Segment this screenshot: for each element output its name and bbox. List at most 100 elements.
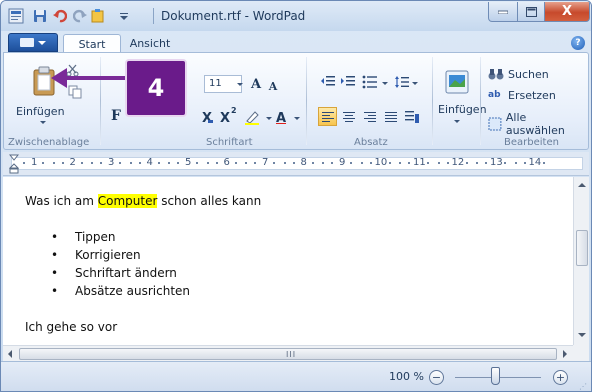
scroll-grip-icon: III: [286, 350, 297, 359]
scroll-up-icon[interactable]: [578, 183, 586, 187]
chevron-down-icon[interactable]: [266, 117, 272, 120]
select-all-button[interactable]: Alle auswählen: [488, 111, 588, 137]
grow-font-button[interactable]: A: [248, 75, 264, 93]
ruler-tick: [331, 162, 333, 164]
indent-marker-icon[interactable]: [8, 154, 20, 177]
line-spacing-icon[interactable]: [394, 75, 410, 92]
quick-access-customize-icon[interactable]: [91, 7, 109, 25]
ruler-tick: [283, 162, 286, 164]
find-label: Suchen: [508, 67, 549, 81]
bold-button[interactable]: F: [111, 108, 121, 124]
chevron-down-icon[interactable]: [237, 83, 243, 86]
align-left-button[interactable]: [318, 107, 337, 126]
select-all-icon: [488, 117, 502, 131]
align-center-button[interactable]: [339, 107, 358, 126]
menu-icon: [20, 38, 34, 47]
list-item[interactable]: Absätze ausrichten: [75, 284, 190, 298]
subscript-marker: [208, 120, 213, 123]
ruler-tick: [23, 162, 25, 164]
replace-button[interactable]: ab Ersetzen: [488, 89, 556, 102]
redo-icon[interactable]: [71, 7, 89, 25]
list-item[interactable]: Korrigieren: [75, 248, 141, 262]
ruler-number: 7: [262, 157, 269, 168]
maximize-button[interactable]: [517, 2, 545, 22]
resize-grip-icon[interactable]: ⋰: [579, 382, 587, 391]
ruler-tick: [42, 162, 44, 164]
tab-ansicht[interactable]: Ansicht: [125, 34, 175, 53]
scroll-left-icon[interactable]: [8, 350, 12, 358]
ruler-tick: [514, 162, 517, 164]
document-heading[interactable]: Was ich am Computer schon alles kann: [25, 194, 261, 208]
ruler-tick: [196, 162, 198, 164]
close-button[interactable]: X: [544, 2, 590, 22]
find-button[interactable]: Suchen: [488, 67, 549, 81]
ruler-number: 14: [528, 157, 542, 168]
vertical-scrollbar[interactable]: [573, 177, 589, 345]
wordpad-app-icon[interactable]: [7, 7, 25, 25]
document-area[interactable]: Was ich am Computer schon alles kann • T…: [3, 177, 573, 345]
bullet-marker: •: [51, 266, 59, 280]
shrink-font-button[interactable]: A: [266, 77, 280, 95]
horizontal-scroll-thumb[interactable]: III: [19, 348, 557, 360]
paste-button-label[interactable]: Einfügen: [16, 105, 65, 118]
ruler-tick: [168, 162, 170, 164]
justify-button[interactable]: [381, 107, 400, 126]
ribbon-tab-row: Start Ansicht ?: [1, 31, 591, 53]
ruler-tick: [523, 162, 526, 164]
ruler-tick: [100, 162, 102, 164]
increase-indent-icon[interactable]: [340, 75, 356, 92]
chevron-down-icon[interactable]: [294, 117, 300, 120]
bullet-list-icon[interactable]: [362, 75, 380, 92]
help-icon[interactable]: ?: [571, 36, 585, 50]
scroll-down-icon[interactable]: [578, 333, 586, 337]
list-item[interactable]: Tippen: [75, 230, 116, 244]
superscript-button[interactable]: X: [218, 109, 232, 127]
font-color-button[interactable]: A: [274, 109, 288, 127]
ruler-tick: [322, 162, 324, 164]
chevron-down-icon[interactable]: [412, 82, 418, 85]
ruler[interactable]: 1 2 3 4 5 6 7 8 9 10 11 12 13 14: [3, 152, 589, 176]
ruler-tick: [52, 162, 55, 164]
chevron-down-icon[interactable]: [382, 82, 388, 85]
ruler-tick: [273, 162, 275, 164]
ruler-tick: [476, 162, 478, 164]
status-bar: 100 % − + ⋰: [1, 361, 591, 391]
step-callout: 4: [125, 59, 187, 117]
document-paragraph[interactable]: Ich gehe so vor: [25, 320, 117, 334]
superscript-index: 2: [231, 106, 237, 115]
ruler-tick: [215, 162, 218, 164]
ruler-number: 6: [223, 157, 230, 168]
group-separator: [480, 57, 481, 145]
list-item[interactable]: Schriftart ändern: [75, 266, 177, 280]
zoom-in-button[interactable]: +: [553, 370, 568, 385]
ruler-tick: [119, 162, 121, 164]
subscript-button[interactable]: X: [200, 109, 214, 127]
insert-picture-icon[interactable]: [444, 69, 470, 98]
wordpad-window: Dokument.rtf - WordPad X Start Ansicht ?: [0, 0, 592, 392]
chevron-down-icon[interactable]: [40, 121, 46, 124]
save-icon[interactable]: [31, 7, 49, 25]
zoom-out-button[interactable]: −: [429, 370, 444, 385]
chevron-down-icon[interactable]: [115, 7, 133, 25]
undo-icon[interactable]: [51, 7, 69, 25]
ruler-tick: [292, 162, 295, 164]
bullet-marker: •: [51, 248, 59, 262]
vertical-scroll-thumb[interactable]: [576, 230, 588, 266]
zoom-level: 100 %: [389, 370, 424, 383]
highlight-pen-icon[interactable]: [244, 109, 262, 128]
decrease-indent-icon[interactable]: [320, 75, 336, 92]
minimize-button[interactable]: [488, 2, 518, 22]
zoom-slider-thumb[interactable]: [491, 367, 500, 385]
chevron-down-icon[interactable]: [454, 120, 460, 123]
ruler-tick: [542, 162, 545, 164]
ruler-tick: [206, 162, 209, 164]
window-title: Dokument.rtf - WordPad: [161, 9, 306, 23]
application-menu-button[interactable]: [8, 33, 58, 52]
replace-label: Ersetzen: [508, 89, 556, 102]
title-bar[interactable]: Dokument.rtf - WordPad X: [1, 1, 591, 31]
horizontal-scrollbar[interactable]: III: [3, 345, 573, 361]
paragraph-settings-icon[interactable]: [404, 109, 420, 128]
tab-start[interactable]: Start: [63, 34, 121, 53]
align-right-button[interactable]: [360, 107, 379, 126]
scroll-right-icon[interactable]: [563, 350, 567, 358]
